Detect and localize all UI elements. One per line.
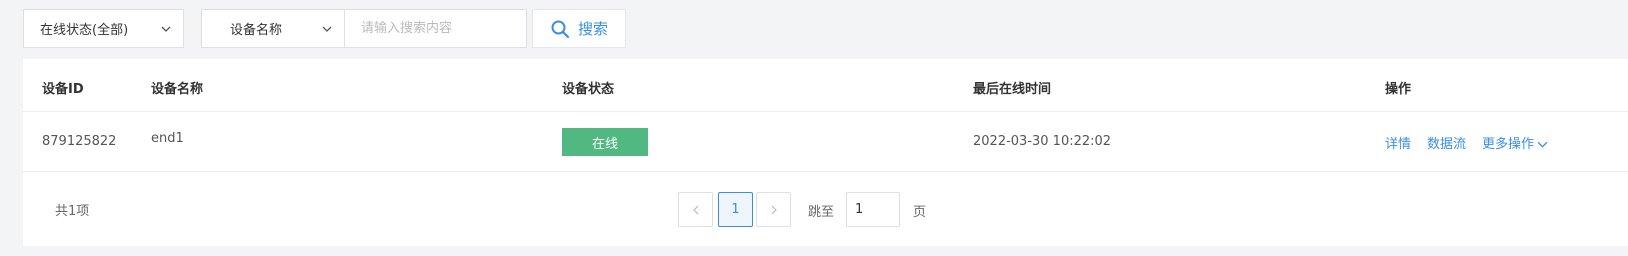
search-button-label: 搜索 [577, 20, 608, 38]
search-button[interactable]: 搜索 [532, 9, 626, 48]
data-stream-link[interactable]: 数据流 [1427, 133, 1466, 152]
column-header-device-name: 设备名称 [151, 82, 204, 97]
column-header-last-online: 最后在线时间 [973, 82, 1052, 97]
jump-page-input[interactable] [846, 192, 900, 227]
online-status-select[interactable]: 在线状态(全部) [23, 9, 184, 48]
column-header-device-status: 设备状态 [562, 82, 615, 97]
chevron-right-icon [771, 205, 777, 214]
next-page-button[interactable] [756, 192, 791, 227]
device-name-cell: end1 [151, 131, 184, 146]
chevron-down-icon [322, 26, 332, 32]
search-input[interactable] [344, 9, 527, 48]
column-header-device-id: 设备ID [42, 82, 84, 97]
last-online-cell: 2022-03-30 10:22:02 [973, 134, 1112, 149]
device-id-cell: 879125822 [42, 134, 117, 149]
chevron-down-icon [161, 26, 171, 32]
device-list-page: 在线状态(全部) 设备名称 搜索 设备ID 设备名称 设备状态 最后在线时间 [0, 0, 1628, 256]
search-field-select-value: 设备名称 [230, 23, 283, 38]
online-status-select-value: 在线状态(全部) [40, 23, 129, 38]
jump-to-label: 跳至 [808, 205, 835, 220]
more-actions-dropdown[interactable]: 更多操作 [1482, 133, 1548, 152]
table-row: 879125822 end1 在线 2022-03-30 10:22:02 详情… [23, 112, 1628, 172]
page-number-button[interactable]: 1 [718, 192, 753, 227]
details-link[interactable]: 详情 [1385, 133, 1411, 152]
status-badge: 在线 [562, 128, 648, 156]
page-suffix-label: 页 [913, 205, 927, 220]
device-table: 设备ID 设备名称 设备状态 最后在线时间 操作 879125822 end1 … [23, 59, 1628, 246]
chevron-down-icon [1537, 141, 1548, 148]
table-header: 设备ID 设备名称 设备状态 最后在线时间 操作 [23, 59, 1628, 112]
prev-page-button[interactable] [678, 192, 713, 227]
search-field-select[interactable]: 设备名称 [201, 9, 345, 48]
pagination: 共1项 1 跳至 页 [23, 172, 1628, 246]
chevron-left-icon [692, 205, 698, 214]
column-header-actions: 操作 [1385, 82, 1412, 97]
more-actions-label: 更多操作 [1482, 137, 1535, 152]
total-count: 共1项 [55, 204, 90, 219]
search-icon [551, 20, 570, 38]
